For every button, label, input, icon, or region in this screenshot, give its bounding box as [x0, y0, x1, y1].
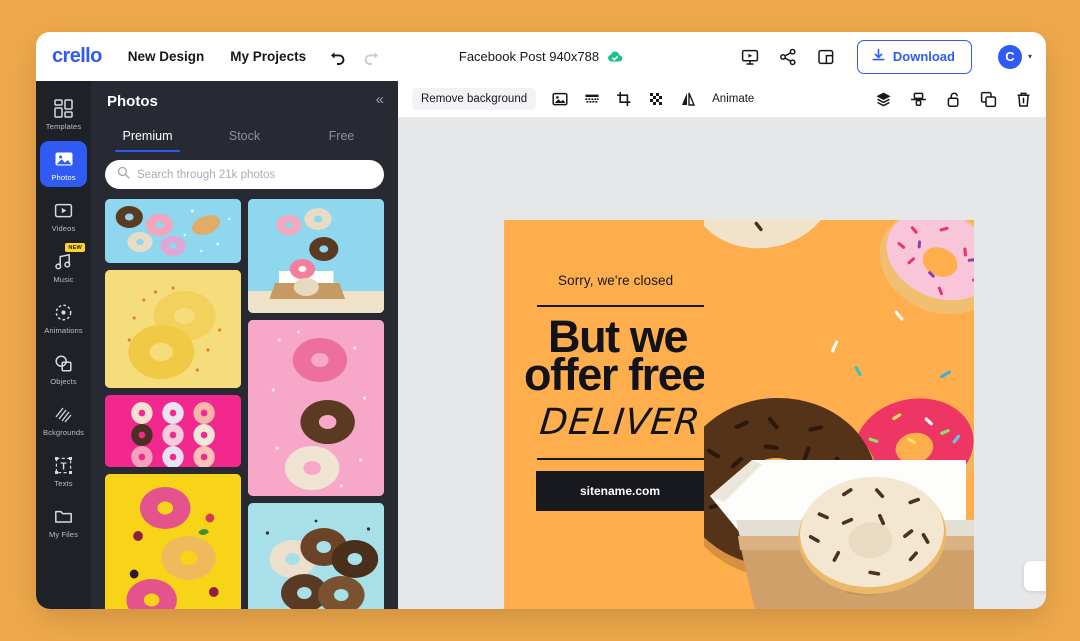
remove-background-button[interactable]: Remove background: [412, 88, 537, 110]
photo-thumb[interactable]: [105, 395, 241, 467]
download-icon: [871, 48, 886, 66]
resize-icon[interactable]: [815, 46, 837, 68]
chevron-down-icon[interactable]: ▾: [1028, 52, 1032, 61]
sidebar-item-videos[interactable]: Videos: [40, 192, 87, 238]
sidebar-label: Texts: [54, 479, 73, 488]
sidebar-item-photos[interactable]: Photos: [40, 141, 87, 187]
photo-thumb[interactable]: [105, 270, 241, 388]
design-url-text: sitename.com: [579, 484, 661, 498]
design-subtitle[interactable]: Sorry, we're closed: [558, 273, 673, 288]
photo-grid: [91, 199, 398, 609]
chevron-double-left-icon[interactable]: «: [376, 92, 384, 107]
design-headline-2[interactable]: offer free: [524, 352, 706, 397]
tab-premium[interactable]: Premium: [99, 121, 196, 152]
my-projects-link[interactable]: My Projects: [230, 49, 306, 64]
sidebar-label: Objects: [50, 377, 77, 386]
animate-button[interactable]: Animate: [712, 93, 754, 105]
play-button[interactable]: [1024, 561, 1046, 591]
flip-icon[interactable]: [679, 91, 696, 108]
design-url-box[interactable]: sitename.com: [536, 471, 704, 511]
photo-thumb[interactable]: [248, 503, 384, 609]
cloud-check-icon: [607, 50, 623, 63]
document-title[interactable]: Facebook Post 940x788: [459, 49, 599, 64]
animations-icon: [54, 301, 73, 323]
panel-title: Photos: [107, 92, 158, 110]
present-icon[interactable]: [739, 46, 761, 68]
object-toolbar: Remove background Animate: [398, 81, 1046, 117]
editor-area: Remove background Animate Sorry, we're c…: [398, 81, 1046, 609]
object-toolbar-right: [857, 91, 1032, 108]
sidebar-item-texts[interactable]: T Texts: [40, 447, 87, 493]
crello-logo[interactable]: crello: [52, 45, 102, 68]
trash-icon[interactable]: [1015, 91, 1032, 108]
header-actions: Download C ▾: [739, 32, 1032, 81]
tab-stock[interactable]: Stock: [196, 121, 293, 152]
photo-column-left: [105, 199, 241, 609]
sidebar-label: Bckgrounds: [42, 428, 85, 437]
templates-icon: [54, 97, 73, 119]
design-canvas[interactable]: Sorry, we're closed But we offer free DE…: [504, 220, 974, 609]
avatar[interactable]: C: [997, 44, 1022, 69]
my-files-icon: [54, 505, 73, 527]
search-box[interactable]: [105, 160, 384, 189]
crello-app-window: crello New Design My Projects Facebook P…: [36, 32, 1046, 609]
share-icon[interactable]: [777, 46, 799, 68]
filter-lines-icon[interactable]: [583, 91, 600, 108]
design-script-word[interactable]: DELIVERY: [538, 402, 726, 443]
transparency-icon[interactable]: [647, 91, 664, 108]
sidebar-item-my-files[interactable]: My Files: [40, 498, 87, 544]
sidebar-item-templates[interactable]: Templates: [40, 90, 87, 136]
adjust-icon[interactable]: [551, 91, 568, 108]
search-input[interactable]: [137, 168, 372, 181]
music-icon: [54, 250, 74, 272]
sidebar-label: Photos: [51, 173, 76, 182]
canvas-area[interactable]: Sorry, we're closed But we offer free DE…: [398, 117, 1046, 609]
new-badge: NEW: [65, 243, 85, 252]
photo-thumb[interactable]: [105, 199, 241, 263]
redo-icon[interactable]: [360, 47, 380, 67]
svg-text:T: T: [60, 461, 66, 472]
photos-icon: [54, 148, 74, 170]
photo-column-right: [248, 199, 384, 609]
donut-box-image[interactable]: [704, 220, 974, 609]
panel-tabs: Premium Stock Free: [91, 121, 398, 152]
panel-header: Photos «: [91, 81, 398, 121]
unlock-icon[interactable]: [945, 91, 962, 108]
sidebar-label: Videos: [51, 224, 76, 233]
sidebar-item-objects[interactable]: Objects: [40, 345, 87, 391]
tab-free[interactable]: Free: [293, 121, 390, 152]
duplicate-icon[interactable]: [980, 91, 997, 108]
download-label: Download: [892, 49, 955, 64]
search-wrap: [91, 152, 398, 189]
play-icon: [1046, 567, 1047, 585]
sidebar-label: Templates: [45, 122, 82, 131]
photo-thumb[interactable]: [248, 320, 384, 496]
left-rail: Templates Photos Videos NEW Music Animat…: [36, 81, 91, 609]
crop-icon[interactable]: [615, 91, 632, 108]
objects-icon: [54, 352, 73, 374]
sidebar-label: Animations: [44, 326, 83, 335]
undo-icon[interactable]: [328, 47, 348, 67]
align-icon[interactable]: [910, 91, 927, 108]
sidebar-item-music[interactable]: NEW Music: [40, 243, 87, 289]
new-design-link[interactable]: New Design: [128, 49, 205, 64]
app-header: crello New Design My Projects Facebook P…: [36, 32, 1046, 81]
layers-icon[interactable]: [875, 91, 892, 108]
sidebar-label: Music: [53, 275, 74, 284]
videos-icon: [54, 199, 73, 221]
photos-panel: Photos « Premium Stock Free: [91, 81, 398, 609]
photo-thumb[interactable]: [105, 474, 241, 609]
backgrounds-icon: [54, 403, 73, 425]
texts-icon: T: [54, 454, 73, 476]
download-button[interactable]: Download: [856, 39, 972, 74]
photo-thumb[interactable]: [248, 199, 384, 313]
sidebar-item-animations[interactable]: Animations: [40, 294, 87, 340]
sidebar-label: My Files: [48, 530, 79, 539]
search-icon: [117, 166, 130, 184]
sidebar-item-backgrounds[interactable]: Bckgrounds: [40, 396, 87, 442]
